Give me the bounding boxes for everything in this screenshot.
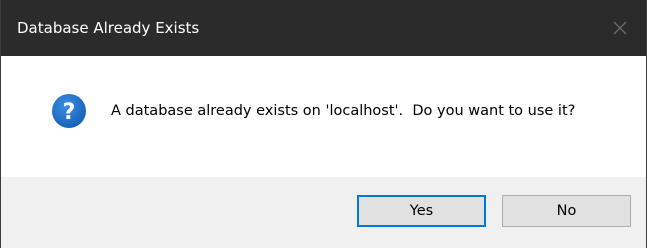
dialog-message: A database already exists on 'localhost'… <box>111 103 576 119</box>
dialog-window: Database Already Exists ? A database alr… <box>0 0 647 248</box>
title-bar[interactable]: Database Already Exists <box>1 0 646 56</box>
close-button[interactable] <box>600 8 640 48</box>
dialog-content: ? A database already exists on 'localhos… <box>1 56 646 177</box>
close-icon <box>613 21 627 35</box>
svg-text:?: ? <box>63 100 76 125</box>
no-button[interactable]: No <box>502 195 631 227</box>
dialog-title: Database Already Exists <box>17 19 200 37</box>
question-icon: ? <box>52 94 86 128</box>
yes-button[interactable]: Yes <box>357 195 486 227</box>
button-bar: Yes No <box>1 177 646 248</box>
